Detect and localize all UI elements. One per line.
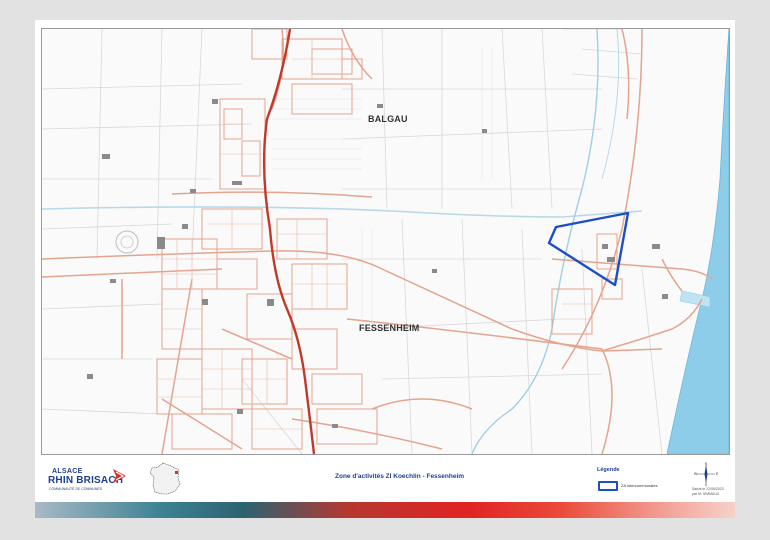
legend-zone-swatch	[598, 481, 618, 491]
france-locator-map-icon	[149, 462, 181, 495]
waterways	[42, 29, 643, 454]
village-subdivisions	[157, 39, 592, 430]
compass-rose-icon: N S E W	[694, 462, 718, 486]
main-road	[262, 29, 316, 454]
map-drawing	[42, 29, 729, 454]
legend-title: Légende	[597, 467, 620, 473]
rhine-canal	[666, 29, 729, 454]
compass-s: S	[705, 483, 708, 486]
logo-alsace-text: ALSACE	[52, 468, 83, 475]
map-footer: ALSACE RHIN BRISACH COMMUNAUTÉ DE COMMUN…	[35, 456, 735, 502]
map-title: Zone d'activités ZI Koechlin - Fessenhei…	[335, 473, 465, 480]
brand-gradient-bar	[35, 502, 735, 518]
map-canvas[interactable]: BALGAU FESSENHEIM	[41, 28, 730, 455]
roads	[42, 29, 713, 454]
place-label-balgau: BALGAU	[368, 114, 408, 124]
logo-chevron-icon	[113, 469, 126, 483]
roundabout	[115, 230, 139, 254]
compass-e: E	[716, 472, 718, 476]
village-blocks	[156, 29, 623, 450]
credits-line-2: par M. SIMMAUX	[692, 492, 720, 496]
map-sheet: BALGAU FESSENHEIM ALSACE RHIN BRISACH CO…	[35, 20, 735, 518]
compass-n: N	[705, 462, 708, 466]
map-credits: Saisie le 22/06/2023 par M. SIMMAUX	[692, 487, 724, 497]
place-label-fessenheim: FESSENHEIM	[359, 323, 420, 333]
field-hatching	[272, 49, 493, 319]
legend-zone-label: ZA intercommunales	[621, 483, 658, 488]
logo-subtitle: COMMUNAUTÉ DE COMMUNES	[49, 487, 103, 491]
